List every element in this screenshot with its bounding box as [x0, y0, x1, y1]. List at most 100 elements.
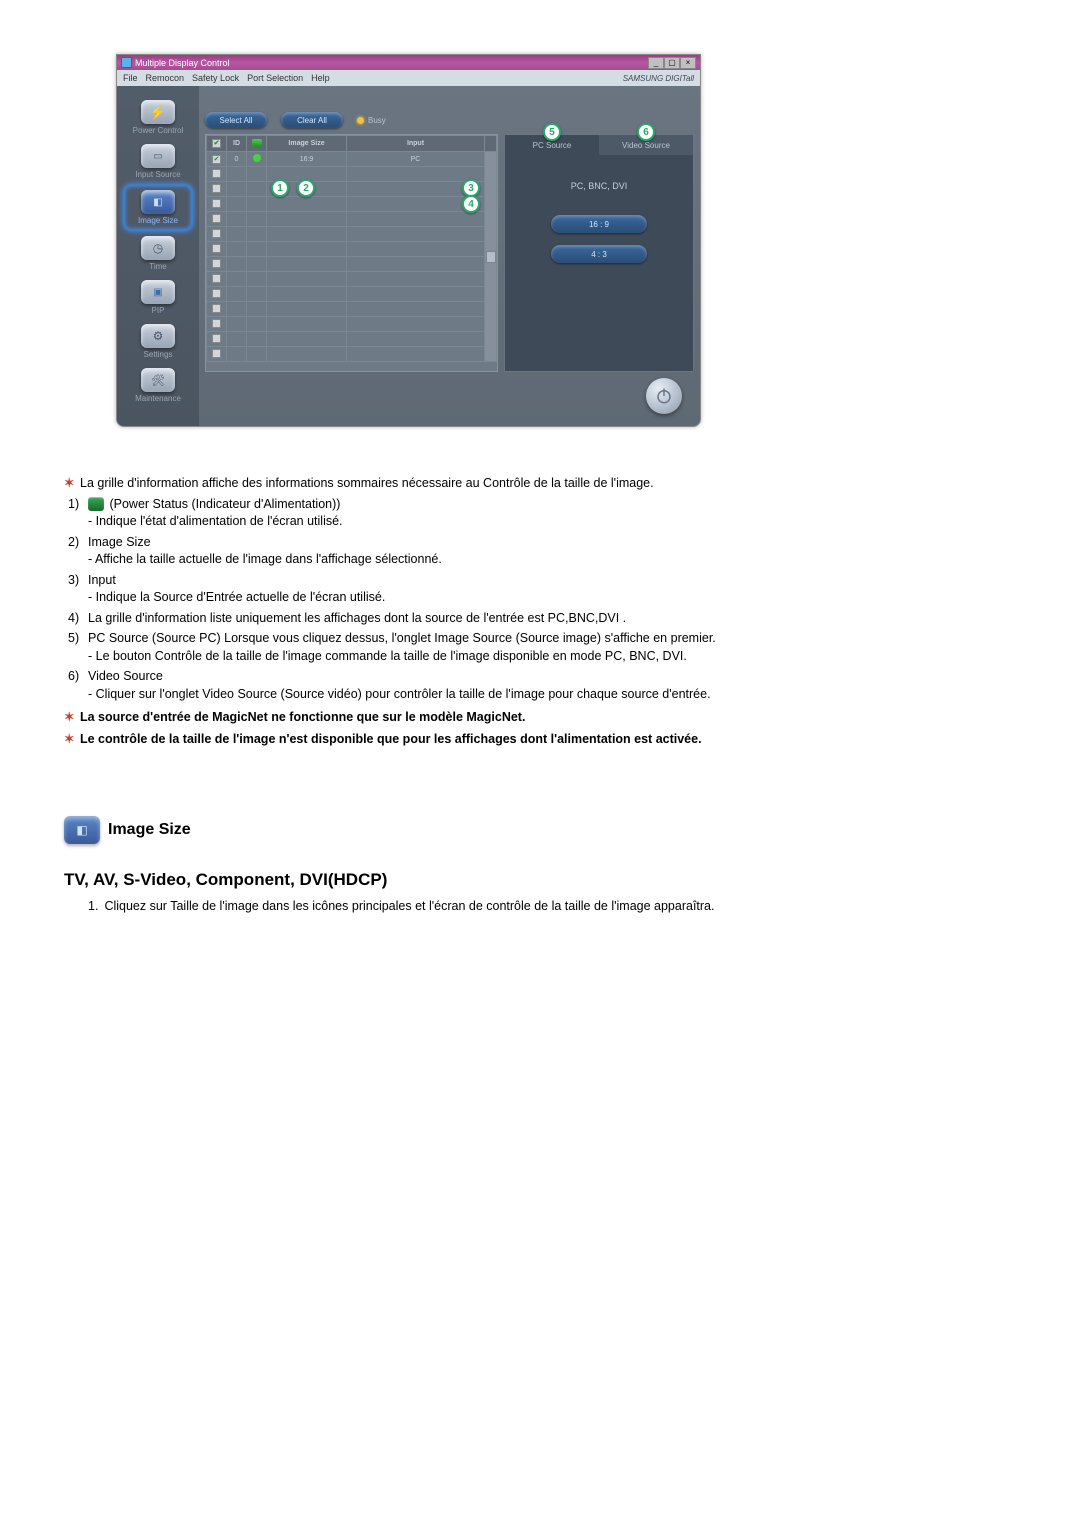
menu-port-selection[interactable]: Port Selection: [247, 73, 303, 83]
power-status-inline-icon: [88, 497, 104, 511]
app-window: Multiple Display Control _ ▢ × File Remo…: [116, 54, 701, 427]
list-num: 3): [68, 572, 88, 607]
power-status-header-icon: [252, 139, 262, 147]
titlebar: Multiple Display Control _ ▢ ×: [117, 55, 700, 70]
sidebar-item-pip[interactable]: ▣ PIP: [123, 276, 193, 319]
table-row[interactable]: [207, 272, 497, 287]
ratio-4-3-button[interactable]: 4 : 3: [551, 245, 647, 263]
callout-6: 6: [637, 123, 655, 141]
table-row[interactable]: [207, 227, 497, 242]
row-checkbox[interactable]: [212, 169, 221, 178]
source-panel: 5 PC Source 6 Video Source PC, BNC, DVI …: [504, 134, 694, 372]
cell-image-size: 16:9: [267, 152, 347, 167]
image-size-section-icon: ◧: [64, 816, 100, 844]
list-num: 1): [68, 496, 88, 531]
maximize-button[interactable]: ▢: [664, 57, 680, 69]
table-row[interactable]: [207, 332, 497, 347]
list-num: 5): [68, 630, 88, 665]
table-row[interactable]: 0 16:9 PC: [207, 152, 497, 167]
header-checkbox[interactable]: [212, 139, 221, 148]
table-row[interactable]: [207, 242, 497, 257]
tab-label: PC Source: [533, 141, 572, 150]
table-row[interactable]: 4: [207, 197, 497, 212]
tab-video-source[interactable]: 6 Video Source: [599, 135, 693, 155]
row-checkbox[interactable]: [212, 214, 221, 223]
table-row[interactable]: [207, 212, 497, 227]
sidebar-item-maintenance[interactable]: 🛠 Maintenance: [123, 364, 193, 407]
sidebar-item-settings[interactable]: ⚙ Settings: [123, 320, 193, 363]
row-checkbox[interactable]: [212, 289, 221, 298]
sub-heading: TV, AV, S-Video, Component, DVI(HDCP): [64, 868, 1006, 892]
ratio-16-9-button[interactable]: 16 : 9: [551, 215, 647, 233]
star-icon: ✶: [64, 475, 80, 493]
table-row[interactable]: [207, 287, 497, 302]
sidebar: ⚡ Power Control ▭ Input Source ◧ Image S…: [117, 86, 199, 426]
col-id: ID: [227, 136, 247, 152]
row-checkbox[interactable]: [212, 304, 221, 313]
tab-pc-source[interactable]: 5 PC Source: [505, 135, 599, 155]
row-checkbox[interactable]: [212, 259, 221, 268]
clear-all-button[interactable]: Clear All: [281, 112, 343, 128]
app-icon: [121, 57, 132, 68]
note-magicnet: La source d'entrée de MagicNet ne foncti…: [80, 709, 1006, 727]
menu-safety-lock[interactable]: Safety Lock: [192, 73, 239, 83]
sidebar-item-label: Power Control: [133, 126, 184, 135]
note-power-required: Le contrôle de la taille de l'image n'es…: [80, 731, 1006, 749]
table-row[interactable]: [207, 302, 497, 317]
pip-icon: ▣: [141, 280, 175, 304]
table-row[interactable]: [207, 317, 497, 332]
image-size-icon: ◧: [141, 190, 175, 214]
menu-remocon[interactable]: Remocon: [146, 73, 185, 83]
list-num: 2): [68, 534, 88, 569]
menu-file[interactable]: File: [123, 73, 138, 83]
star-icon: ✶: [64, 731, 80, 749]
cell-input: PC: [347, 152, 485, 167]
row-checkbox[interactable]: [212, 244, 221, 253]
display-grid: ID Image Size Input 0: [205, 134, 498, 372]
close-button[interactable]: ×: [680, 57, 696, 69]
window-title: Multiple Display Control: [135, 58, 648, 68]
clock-icon: ◷: [141, 236, 175, 260]
table-row[interactable]: [207, 347, 497, 362]
list-item: Input - Indique la Source d'Entrée actue…: [88, 572, 1006, 607]
minimize-button[interactable]: _: [648, 57, 664, 69]
sidebar-item-power-control[interactable]: ⚡ Power Control: [123, 96, 193, 139]
cell-id: 0: [227, 152, 247, 167]
table-row[interactable]: [207, 167, 497, 182]
row-checkbox[interactable]: [212, 334, 221, 343]
row-checkbox[interactable]: [212, 274, 221, 283]
select-all-button[interactable]: Select All: [205, 112, 267, 128]
busy-label: Busy: [368, 116, 386, 125]
list-text: Cliquez sur Taille de l'image dans les i…: [104, 898, 714, 916]
callout-5: 5: [543, 123, 561, 141]
power-on-icon: [253, 154, 261, 162]
menubar: File Remocon Safety Lock Port Selection …: [117, 70, 700, 86]
list-num: 6): [68, 668, 88, 703]
row-checkbox[interactable]: [212, 229, 221, 238]
list-item: Video Source - Cliquer sur l'onglet Vide…: [88, 668, 1006, 703]
callout-4: 4: [462, 195, 480, 213]
menu-help[interactable]: Help: [311, 73, 330, 83]
section-title: Image Size: [108, 819, 191, 841]
sidebar-item-time[interactable]: ◷ Time: [123, 232, 193, 275]
sidebar-item-label: Input Source: [135, 170, 180, 179]
row-checkbox[interactable]: [212, 349, 221, 358]
row-checkbox[interactable]: [212, 184, 221, 193]
power-button[interactable]: [646, 378, 682, 414]
sidebar-item-label: Maintenance: [135, 394, 181, 403]
brand-logo: SAMSUNG DIGITall: [623, 74, 694, 83]
sidebar-item-input-source[interactable]: ▭ Input Source: [123, 140, 193, 183]
row-checkbox[interactable]: [212, 199, 221, 208]
sidebar-item-label: PIP: [152, 306, 165, 315]
table-row[interactable]: 1 2 3: [207, 182, 497, 197]
row-checkbox[interactable]: [212, 319, 221, 328]
plug-icon: ⚡: [141, 100, 175, 124]
table-row[interactable]: [207, 257, 497, 272]
col-input: Input: [347, 136, 485, 152]
vertical-scrollbar[interactable]: [485, 152, 497, 362]
sidebar-item-image-size[interactable]: ◧ Image Size: [123, 184, 193, 231]
col-image-size: Image Size: [267, 136, 347, 152]
intro-text: La grille d'information affiche des info…: [80, 475, 1006, 493]
list-num: 1.: [88, 898, 98, 916]
row-checkbox[interactable]: [212, 155, 221, 164]
